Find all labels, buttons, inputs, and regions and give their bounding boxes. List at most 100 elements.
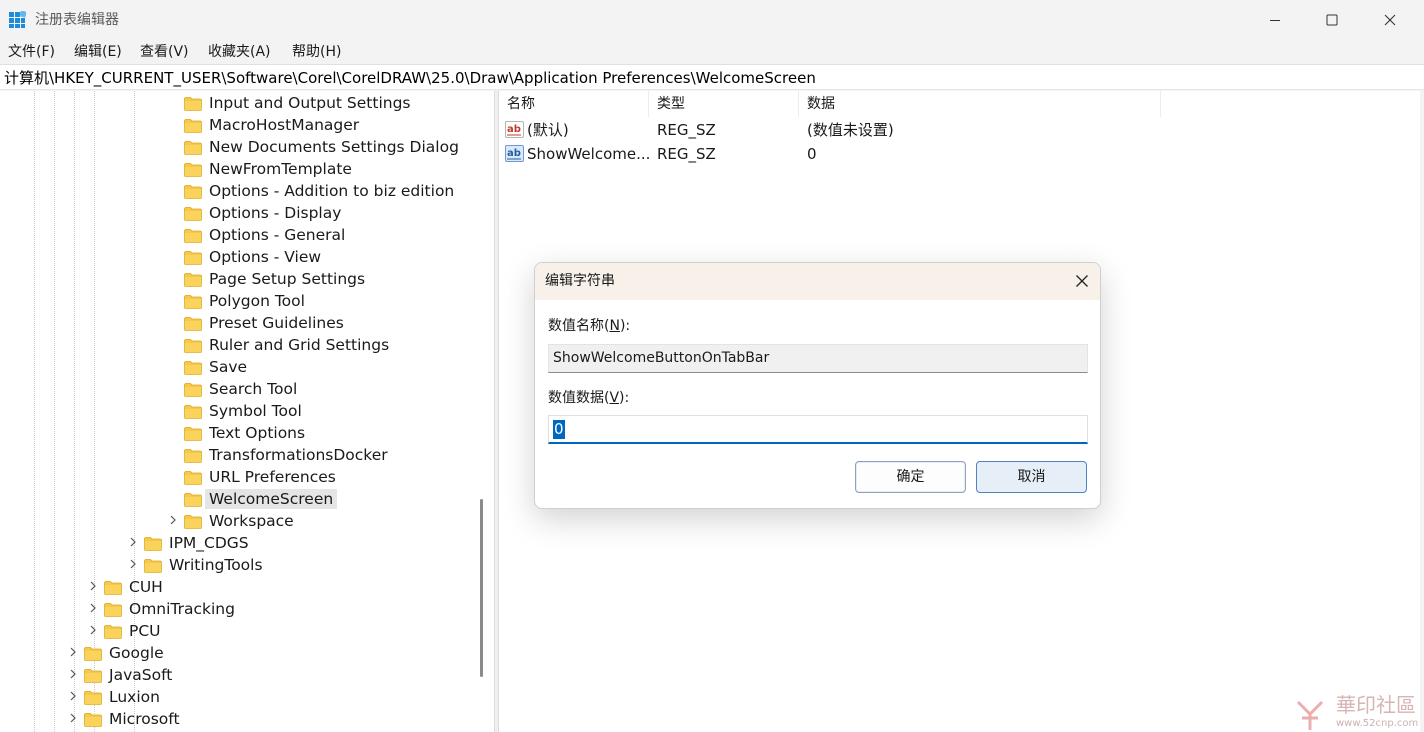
expand-chevron-icon[interactable] [68,668,80,682]
folder-icon [184,207,202,221]
window-title: 注册表编辑器 [35,12,119,28]
tree-item[interactable]: Options - View [0,246,470,268]
value-row-default[interactable]: ab (默认) REG_SZ (数值未设置) [499,118,1399,142]
tree-item-label: Text Options [209,424,306,442]
tree-item[interactable]: Options - Display [0,202,470,224]
label-text: 数值数据( [548,390,610,406]
tree-item[interactable]: Search Tool [0,378,470,400]
tree-item[interactable]: WelcomeScreen [0,488,470,510]
tree-item[interactable]: Options - Addition to biz edition [0,180,470,202]
tree-item[interactable]: URL Preferences [0,466,470,488]
tree-scrollbar-thumb[interactable] [480,499,483,677]
tree-item-label: Preset Guidelines [209,314,344,332]
value-name: (默认) [527,121,569,139]
tree-item[interactable]: Options - General [0,224,470,246]
folder-icon [184,427,202,441]
tree-item[interactable]: Ruler and Grid Settings [0,334,470,356]
tree-item-label: Save [209,358,248,376]
column-header-data[interactable]: 数据 [799,91,1161,117]
edit-string-dialog: 编辑字符串 数值名称(N): ShowWelcomeButtonOnTabBar… [534,262,1101,509]
tree-item[interactable]: CUH [0,576,470,598]
maximize-button[interactable] [1304,0,1360,40]
tree-item[interactable]: WritingTools [0,554,470,576]
menu-favorites[interactable]: 收藏夹(A) [208,43,271,61]
close-window-button[interactable] [1362,0,1418,40]
menu-help[interactable]: 帮助(H) [292,43,341,61]
menu-view[interactable]: 查看(V) [140,43,189,61]
tree-item-label: Options - View [209,248,322,266]
value-data-text[interactable]: 0 [553,420,565,439]
menu-file[interactable]: 文件(F) [8,43,55,61]
address-path[interactable]: 计算机\HKEY_CURRENT_USER\Software\Corel\Cor… [4,68,816,88]
tree-item[interactable]: New Documents Settings Dialog [0,136,470,158]
tree-item[interactable]: Page Setup Settings [0,268,470,290]
key-tree-pane[interactable]: Input and Output Settings MacroHostManage… [0,91,494,732]
expand-chevron-icon[interactable] [88,580,100,594]
tree-item-label: PCU [129,622,161,640]
tree-item[interactable]: Luxion [0,686,470,708]
folder-icon [184,185,202,199]
minimize-button[interactable] [1247,0,1303,40]
tree-item-label: Input and Output Settings [209,94,411,112]
expand-chevron-icon[interactable] [68,712,80,726]
folder-icon [104,581,122,595]
tree-item[interactable]: Google [0,642,470,664]
tree-item[interactable]: Preset Guidelines [0,312,470,334]
expand-chevron-icon[interactable] [68,690,80,704]
folder-icon [184,229,202,243]
string-value-icon: ab [505,121,524,138]
tree-item[interactable]: NewFromTemplate [0,158,470,180]
close-icon [1076,275,1088,287]
folder-icon [184,405,202,419]
menu-edit[interactable]: 编辑(E) [74,43,122,61]
folder-icon [104,603,122,617]
expand-chevron-icon[interactable] [128,536,140,550]
value-data-input[interactable]: 0 [548,415,1088,444]
folder-icon [184,471,202,485]
column-header-name[interactable]: 名称 [499,91,649,117]
folder-icon [84,691,102,705]
tree-item[interactable]: MacroHostManager [0,114,470,136]
address-bar[interactable]: 计算机\HKEY_CURRENT_USER\Software\Corel\Cor… [0,64,1424,90]
expand-chevron-icon[interactable] [88,624,100,638]
tree-item-label: JavaSoft [109,666,173,684]
access-key: V [609,390,620,406]
tree-item-label: OmniTracking [129,600,235,618]
tree-item[interactable]: PCU [0,620,470,642]
tree-item[interactable]: Save [0,356,470,378]
tree-item[interactable]: JavaSoft [0,664,470,686]
column-header-type[interactable]: 类型 [649,91,799,117]
expand-chevron-icon[interactable] [168,514,180,528]
folder-icon [104,625,122,639]
tree-item-label: TransformationsDocker [209,446,388,464]
tree-item[interactable]: Input and Output Settings [0,92,470,114]
tree-item-label: Microsoft [109,710,180,728]
string-value-icon: ab [505,145,524,162]
folder-icon [144,559,162,573]
cancel-button[interactable]: 取消 [976,461,1087,493]
tree-item[interactable]: Symbol Tool [0,400,470,422]
svg-text:ab: ab [507,148,521,159]
ok-button[interactable]: 确定 [855,461,966,493]
dialog-close-button[interactable] [1068,267,1096,295]
tree-item[interactable]: Microsoft [0,708,470,730]
tree-item-label: Search Tool [209,380,298,398]
tree-item-label: Luxion [109,688,160,706]
expand-chevron-icon[interactable] [88,602,100,616]
dialog-title-bar[interactable]: 编辑字符串 [535,263,1100,300]
tree-item[interactable]: OmniTracking [0,598,470,620]
tree-item[interactable]: Text Options [0,422,470,444]
expand-chevron-icon[interactable] [128,558,140,572]
tree-item-label: Options - Display [209,204,342,222]
value-type: REG_SZ [657,121,716,139]
folder-icon [184,493,202,507]
value-row-showwelcome[interactable]: ab ShowWelcome... REG_SZ 0 [499,142,1399,166]
tree-item-label: CUH [129,578,163,596]
tree-item[interactable]: TransformationsDocker [0,444,470,466]
expand-chevron-icon[interactable] [68,646,80,660]
tree-item[interactable]: Workspace [0,510,470,532]
folder-icon [184,273,202,287]
tree-item[interactable]: IPM_CDGS [0,532,470,554]
folder-icon [184,163,202,177]
tree-item[interactable]: Polygon Tool [0,290,470,312]
